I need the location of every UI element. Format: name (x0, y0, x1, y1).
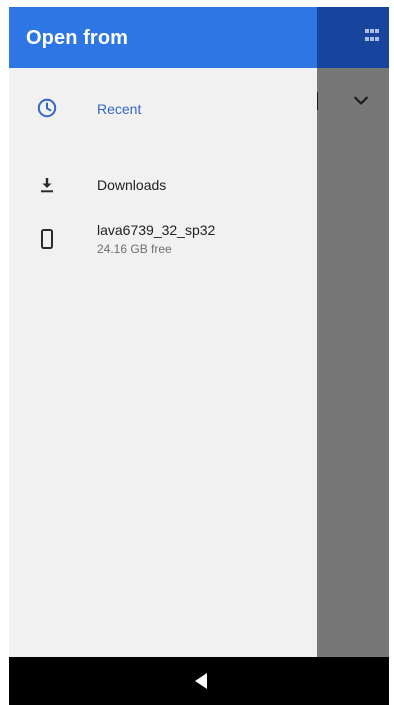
drawer-title: Open from (26, 27, 129, 49)
storage-free-label: 24.16 GB free (97, 242, 172, 256)
clock-icon (37, 98, 57, 118)
system-nav-bar (9, 657, 389, 705)
nav-item-downloads[interactable]: Downloads (9, 165, 317, 205)
nav-item-label: Recent (97, 101, 142, 117)
screen: Open from Recent Downloads lava6739_32_s… (9, 7, 389, 657)
chevron-down-icon[interactable] (351, 91, 371, 111)
nav-item-label: lava6739_32_sp32 (97, 222, 216, 238)
navigation-drawer: Open from Recent Downloads lava6739_32_s… (9, 7, 317, 657)
phone-icon (41, 229, 53, 249)
nav-item-label: Downloads (97, 177, 167, 193)
drawer-header: Open from (9, 7, 317, 68)
grid-icon[interactable] (365, 29, 379, 43)
nav-item-device-storage[interactable]: lava6739_32_sp32 24.16 GB free (9, 213, 317, 265)
nav-item-recent[interactable]: Recent (9, 84, 317, 132)
back-icon[interactable] (189, 669, 213, 693)
download-icon (41, 178, 53, 193)
